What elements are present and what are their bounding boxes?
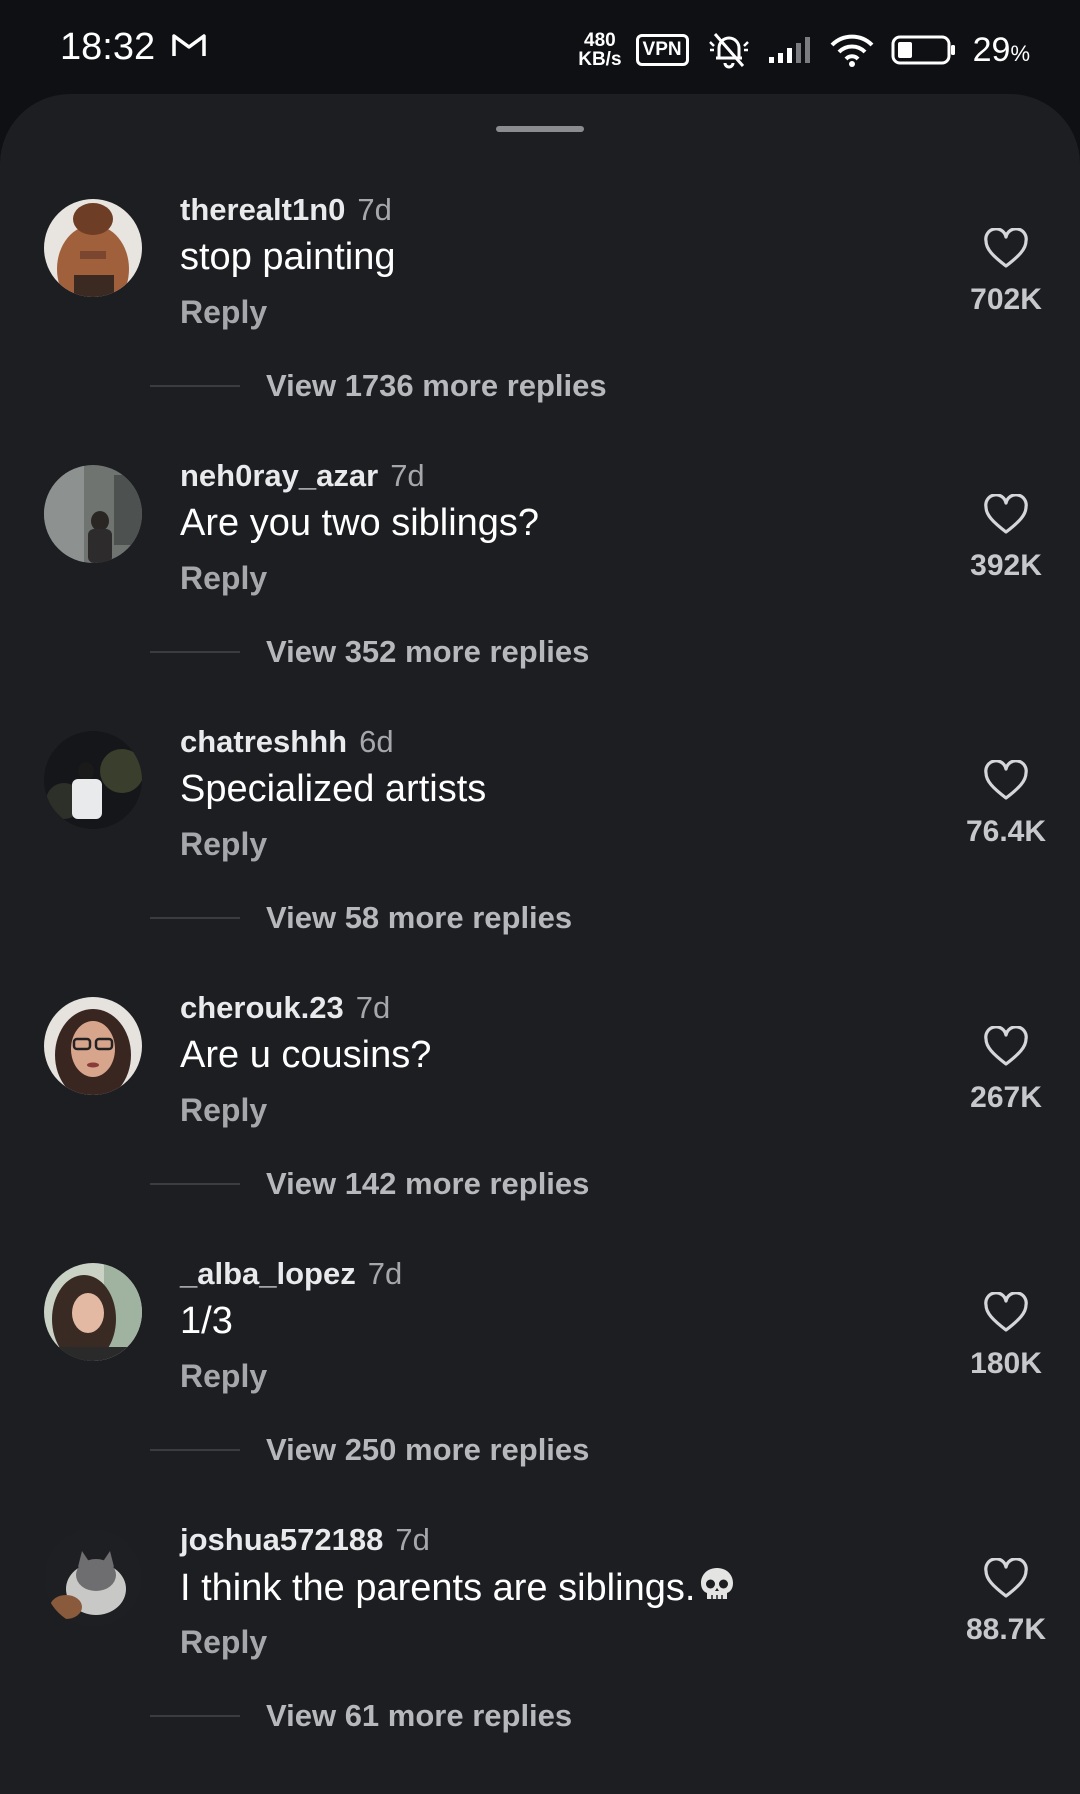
- comment-meta: neh0ray_azar 7d: [180, 458, 425, 502]
- view-more-replies-label[interactable]: View 142 more replies: [266, 1166, 589, 1202]
- comment-age: 7d: [367, 1256, 403, 1291]
- like-button[interactable]: 267K: [956, 1025, 1056, 1115]
- comment-item: neh0ray_azar 7d Are you two siblings? Re…: [0, 458, 1080, 724]
- reply-button[interactable]: Reply: [180, 560, 267, 597]
- battery-percent-value: 29: [972, 30, 1011, 69]
- username[interactable]: chatreshhh: [180, 724, 347, 760]
- status-right: 480 KB/s VPN 29%: [578, 22, 1030, 78]
- like-button[interactable]: 392K: [956, 493, 1056, 583]
- comment-meta: cherouk.23 7d: [180, 990, 390, 1034]
- avatar[interactable]: [44, 997, 142, 1095]
- comment-text: Are you two siblings?: [180, 502, 540, 544]
- heart-icon[interactable]: [983, 1291, 1029, 1339]
- comment-age: 6d: [359, 724, 394, 759]
- view-more-replies-label[interactable]: View 58 more replies: [266, 900, 572, 936]
- comment-text: 1/3: [180, 1300, 233, 1342]
- heart-icon[interactable]: [983, 759, 1029, 807]
- username[interactable]: therealt1n0: [180, 192, 345, 228]
- view-more-replies-label[interactable]: View 250 more replies: [266, 1432, 589, 1468]
- reply-button[interactable]: Reply: [180, 826, 267, 863]
- net-speed-value: 480: [584, 30, 616, 51]
- like-button[interactable]: 88.7K: [956, 1557, 1056, 1647]
- cellular-signal-icon: [767, 35, 813, 65]
- battery-percent-symbol: %: [1010, 40, 1030, 66]
- divider: [150, 651, 240, 653]
- divider: [150, 385, 240, 387]
- net-speed-unit: KB/s: [578, 49, 622, 70]
- comment-meta: _alba_lopez 7d: [180, 1256, 402, 1300]
- status-bar: 18:32 480 KB/s VPN 29%: [0, 0, 1080, 100]
- skull-emoji: [699, 1566, 735, 1614]
- comment-text: Specialized artists: [180, 768, 487, 810]
- reply-button[interactable]: Reply: [180, 294, 267, 331]
- reply-button[interactable]: Reply: [180, 1092, 267, 1129]
- avatar[interactable]: [44, 1263, 142, 1361]
- comment-meta: chatreshhh 6d: [180, 724, 394, 768]
- comment-age: 7d: [355, 990, 391, 1025]
- comment-text-body: I think the parents are siblings.: [180, 1567, 696, 1609]
- comment-age: 7d: [357, 192, 392, 227]
- view-more-replies[interactable]: View 352 more replies: [150, 632, 589, 672]
- comment-item: chatreshhh 6d Specialized artists Reply …: [0, 724, 1080, 990]
- wifi-icon: [829, 33, 875, 67]
- avatar[interactable]: [44, 465, 142, 563]
- muted-bell-icon: [707, 30, 751, 70]
- like-count: 702K: [970, 283, 1042, 316]
- like-count: 180K: [970, 1347, 1042, 1380]
- comment-age: 7d: [390, 458, 425, 493]
- view-more-replies[interactable]: View 250 more replies: [150, 1430, 589, 1470]
- divider: [150, 1449, 240, 1451]
- comment-text: I think the parents are siblings.: [180, 1566, 735, 1614]
- heart-icon[interactable]: [983, 227, 1029, 275]
- like-button[interactable]: 702K: [956, 227, 1056, 317]
- like-count: 88.7K: [965, 1613, 1047, 1646]
- view-more-replies-label[interactable]: View 352 more replies: [266, 634, 589, 670]
- avatar[interactable]: [44, 731, 142, 829]
- view-more-replies[interactable]: View 142 more replies: [150, 1164, 589, 1204]
- view-more-replies[interactable]: View 61 more replies: [150, 1696, 572, 1736]
- view-more-replies[interactable]: View 1736 more replies: [150, 366, 607, 406]
- drag-handle[interactable]: [496, 126, 584, 132]
- username[interactable]: _alba_lopez: [180, 1256, 356, 1292]
- avatar[interactable]: [44, 1529, 142, 1627]
- like-count: 267K: [970, 1081, 1042, 1114]
- vpn-badge: VPN: [635, 34, 689, 66]
- comments-sheet: therealt1n0 7d stop painting Reply 702K …: [0, 94, 1080, 1794]
- like-count: 392K: [970, 549, 1042, 582]
- divider: [150, 917, 240, 919]
- view-more-replies[interactable]: View 58 more replies: [150, 898, 572, 938]
- comment-meta: therealt1n0 7d: [180, 192, 392, 236]
- heart-icon[interactable]: [983, 493, 1029, 541]
- comment-meta: joshua572188 7d: [180, 1522, 430, 1566]
- comment-item: joshua572188 7d I think the parents are …: [0, 1522, 1080, 1788]
- divider: [150, 1183, 240, 1185]
- battery-icon: [891, 35, 957, 65]
- reply-button[interactable]: Reply: [180, 1624, 267, 1661]
- username[interactable]: cherouk.23: [180, 990, 344, 1026]
- comment-text: Are u cousins?: [180, 1034, 432, 1076]
- gmail-icon: [172, 32, 206, 63]
- like-count: 76.4K: [965, 815, 1047, 848]
- comment-item: therealt1n0 7d stop painting Reply 702K …: [0, 192, 1080, 458]
- battery-percent: 29%: [973, 31, 1030, 70]
- comment-item: cherouk.23 7d Are u cousins? Reply 267K …: [0, 990, 1080, 1256]
- divider: [150, 1715, 240, 1717]
- comment-item: _alba_lopez 7d 1/3 Reply 180K View 250 m…: [0, 1256, 1080, 1522]
- reply-button[interactable]: Reply: [180, 1358, 267, 1395]
- like-button[interactable]: 180K: [956, 1291, 1056, 1381]
- heart-icon[interactable]: [983, 1557, 1029, 1605]
- heart-icon[interactable]: [983, 1025, 1029, 1073]
- username[interactable]: joshua572188: [180, 1522, 383, 1558]
- view-more-replies-label[interactable]: View 61 more replies: [266, 1698, 572, 1734]
- net-speed: 480 KB/s: [578, 31, 621, 69]
- avatar[interactable]: [44, 199, 142, 297]
- comment-text: stop painting: [180, 236, 396, 278]
- username[interactable]: neh0ray_azar: [180, 458, 378, 494]
- status-time: 18:32: [60, 26, 156, 68]
- view-more-replies-label[interactable]: View 1736 more replies: [266, 368, 607, 404]
- like-button[interactable]: 76.4K: [956, 759, 1056, 849]
- comment-age: 7d: [395, 1522, 430, 1557]
